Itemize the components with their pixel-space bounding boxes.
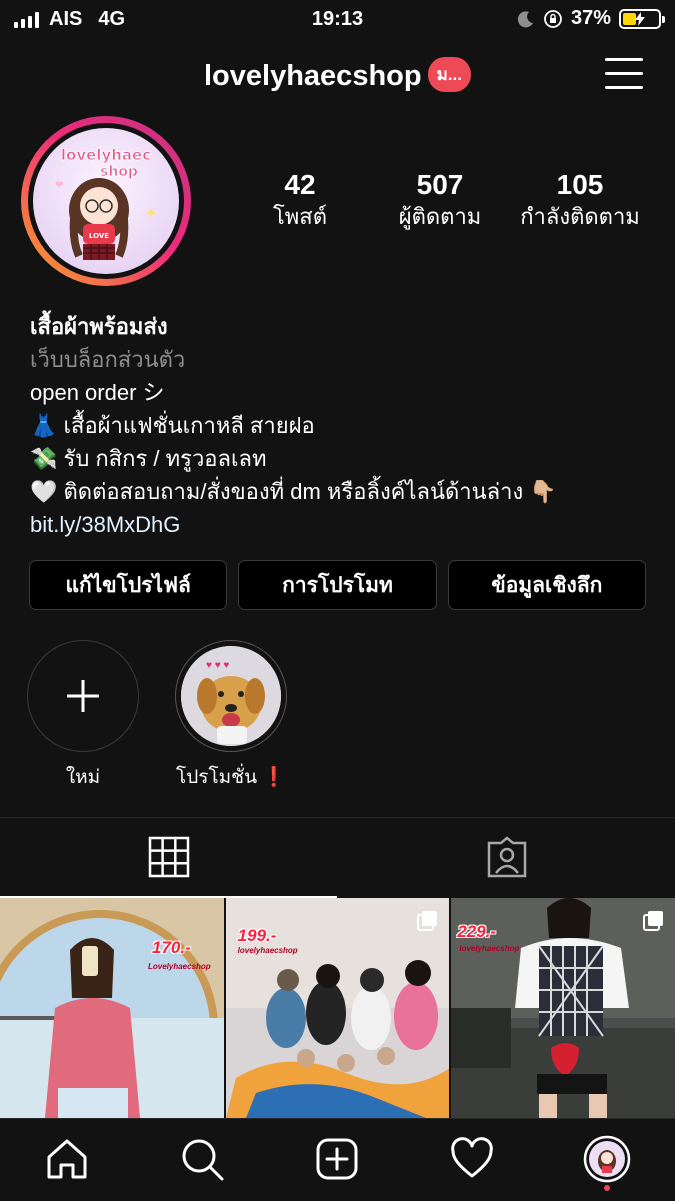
- following-count[interactable]: 105 กำลังติดตาม: [510, 168, 650, 232]
- tagged-icon: [487, 836, 526, 878]
- bio-line: 👗 เสื้อผ้าแฟชั่นเกาหลี สายฝอ: [30, 413, 315, 438]
- logo-text-2: shop: [100, 164, 138, 180]
- highlight-cover[interactable]: ♥ ♥ ♥: [175, 640, 287, 752]
- profile-stats: 42 โพสต์ 507 ผู้ติดตาม 105 กำลังติดตาม: [230, 168, 650, 232]
- post-shop-tag: lovelyhaecshop: [237, 946, 298, 955]
- svg-text:❤: ❤: [55, 180, 63, 191]
- svg-text:♥ ♥ ♥: ♥ ♥ ♥: [206, 660, 229, 671]
- display-name: เสื้อผ้าพร้อมส่ง: [30, 314, 168, 339]
- stat-label: ผู้ติดตาม: [398, 204, 482, 229]
- svg-text:✦: ✦: [145, 205, 157, 221]
- stat-label: โพสต์: [272, 204, 328, 229]
- nav-activity[interactable]: [448, 1135, 496, 1183]
- promote-button[interactable]: การโปรโมท: [238, 560, 437, 610]
- posts-count[interactable]: 42 โพสต์: [230, 168, 370, 232]
- post-thumbnail[interactable]: 229.- lovelyhaecshop: [451, 898, 675, 1118]
- post-shop-tag: Lovelyhaecshop: [148, 962, 211, 971]
- post-shop-tag: lovelyhaecshop: [459, 944, 520, 953]
- post-price: 170.-: [152, 938, 191, 957]
- status-bar: AIS 4G 19:13 37%: [0, 0, 675, 40]
- logo-text-1: lovelyhaec: [61, 146, 151, 164]
- new-highlight-button[interactable]: [27, 640, 139, 752]
- battery-percent: 37%: [570, 7, 611, 29]
- stat-label: กำลังติดตาม: [520, 204, 640, 229]
- moon-icon: [517, 10, 533, 27]
- nav-profile[interactable]: [583, 1135, 631, 1191]
- profile-header: lovelyhaecshop ม...: [0, 52, 675, 102]
- followers-count[interactable]: 507 ผู้ติดตาม: [370, 168, 510, 232]
- category-label: เว็บบล็อกส่วนตัว: [30, 347, 186, 372]
- post-grid: 170.- Lovelyhaecshop 199.- lovelyhaecsho…: [0, 898, 675, 1118]
- nav-add-post[interactable]: [313, 1135, 361, 1183]
- profile-avatar[interactable]: lovelyhaec shop LOVE ✦ ❤: [21, 116, 191, 286]
- menu-icon[interactable]: [605, 58, 643, 90]
- home-icon: [47, 1139, 87, 1179]
- multiple-posts-icon: [417, 911, 438, 931]
- bio-line: open order シ: [30, 380, 165, 405]
- stat-value: 105: [556, 169, 604, 200]
- username: lovelyhaecshop: [204, 60, 422, 93]
- insights-button[interactable]: ข้อมูลเชิงลึก: [447, 560, 646, 610]
- plus-icon: [67, 680, 99, 712]
- bio-line: 💸 รับ กสิกร / ทรูวอลเลท: [30, 446, 267, 471]
- highlight-promotion[interactable]: ♥ ♥ ♥ โปรโมชั่น ❗: [166, 640, 296, 792]
- grid-icon: [148, 836, 189, 878]
- highlight-label: ใหม่: [65, 767, 101, 788]
- avatar-logo: lovelyhaec shop LOVE ✦ ❤: [33, 128, 179, 274]
- stat-value: 42: [284, 169, 316, 200]
- tab-grid[interactable]: [0, 818, 337, 898]
- heart-icon: [451, 1137, 493, 1178]
- nav-home[interactable]: [43, 1135, 91, 1183]
- search-icon: [182, 1139, 224, 1181]
- bio-link[interactable]: bit.ly/38MxDhG: [30, 508, 650, 541]
- post-price: 229.-: [457, 922, 497, 941]
- tab-tagged[interactable]: [338, 818, 675, 896]
- rotation-lock-icon: [544, 9, 562, 28]
- add-post-icon: [316, 1138, 358, 1180]
- username-switcher[interactable]: lovelyhaecshop ม...: [0, 57, 675, 95]
- stat-value: 507: [416, 169, 464, 200]
- profile-actions: แก้ไขโปรไฟล์ การโปรโมท ข้อมูลเชิงลึก: [29, 560, 646, 610]
- bio-line: 🤍 ติดต่อสอบถาม/สั่งของที่ dm หรือลิ้งค์ไ…: [30, 479, 557, 504]
- logo-shirt-text: LOVE: [89, 232, 109, 240]
- nav-search[interactable]: [178, 1135, 226, 1183]
- post-price: 199.-: [237, 926, 277, 945]
- post-thumbnail[interactable]: 170.- Lovelyhaecshop: [0, 898, 224, 1118]
- profile-tabs: [0, 817, 675, 898]
- notification-dot: [604, 1185, 610, 1191]
- edit-profile-button[interactable]: แก้ไขโปรไฟล์: [29, 560, 228, 610]
- profile-icon: [583, 1135, 631, 1183]
- battery-icon: [619, 8, 665, 29]
- bottom-navigation: [0, 1118, 675, 1201]
- profile-bio: เสื้อผ้าพร้อมส่ง เว็บบล็อกส่วนตัว open o…: [30, 310, 650, 541]
- notification-badge: ม...: [427, 57, 471, 92]
- multiple-posts-icon: [643, 911, 664, 931]
- highlight-new[interactable]: ใหม่: [25, 640, 141, 792]
- highlight-label: โปรโมชั่น ❗: [175, 767, 287, 788]
- post-thumbnail[interactable]: 199.- lovelyhaecshop: [225, 898, 450, 1118]
